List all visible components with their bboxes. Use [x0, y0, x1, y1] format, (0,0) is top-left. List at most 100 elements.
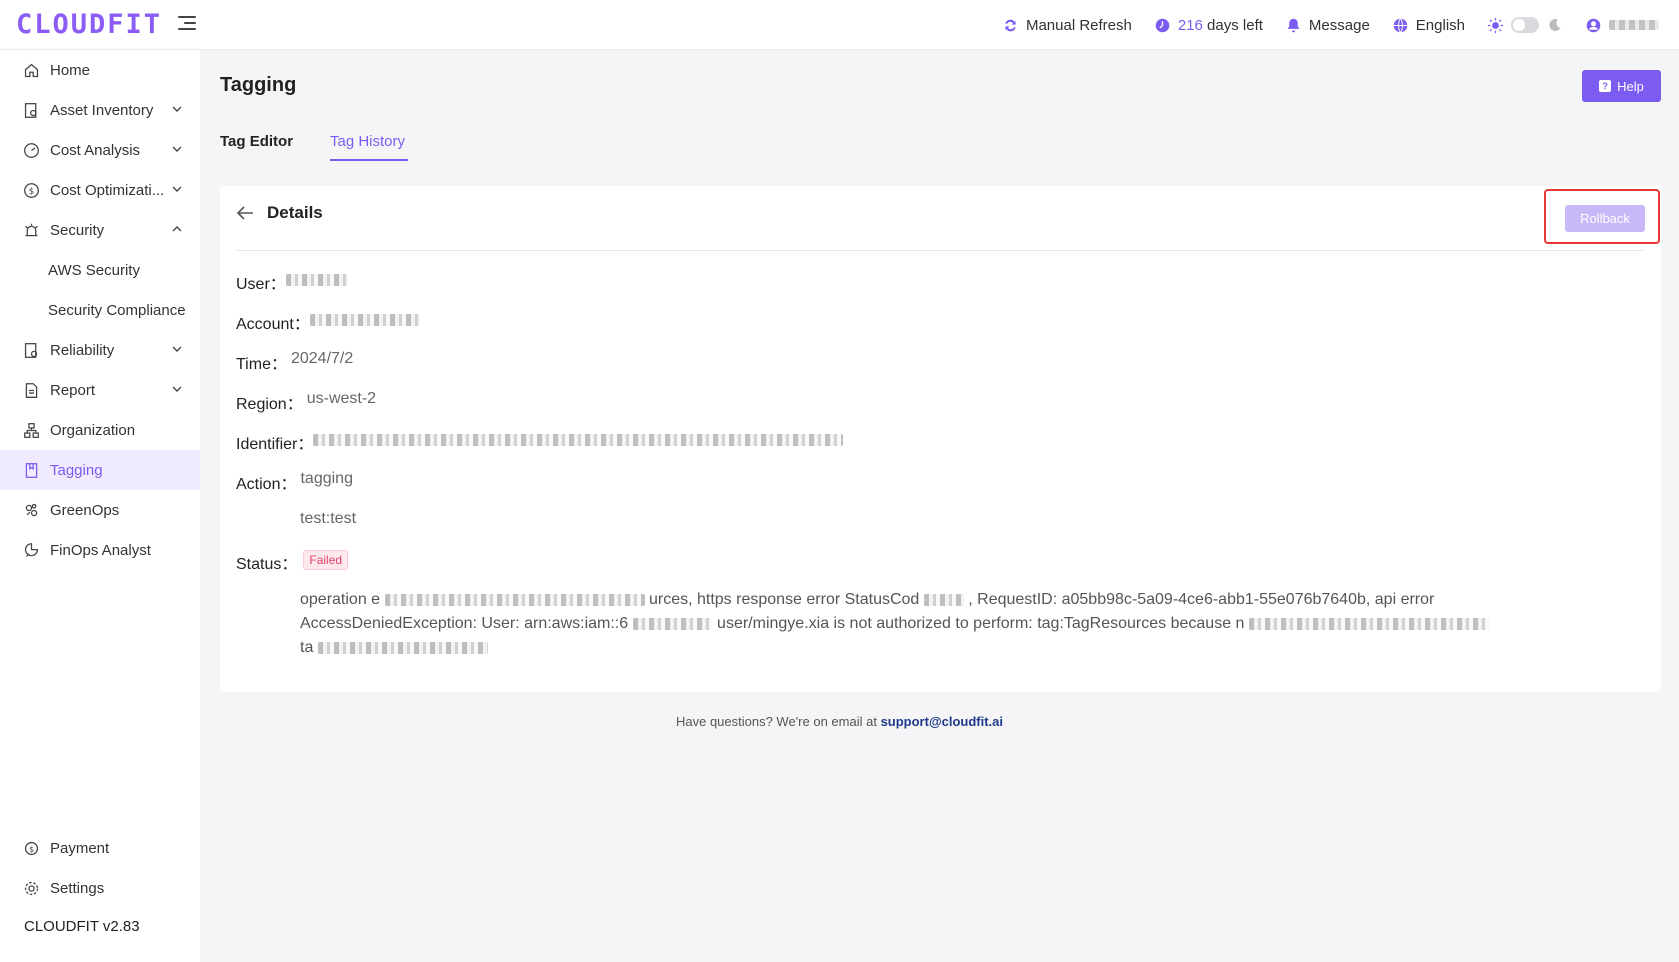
theme-switch[interactable] — [1487, 17, 1563, 34]
sidebar-item-label: Asset Inventory — [50, 101, 154, 119]
error-redacted — [1248, 617, 1489, 630]
support-email-link[interactable]: support@cloudfit.ai — [881, 714, 1003, 729]
sidebar-item-label: Home — [50, 61, 91, 79]
account-value-redacted — [309, 314, 420, 326]
tag-icon — [23, 462, 40, 479]
sidebar-item-label: GreenOps — [50, 501, 120, 519]
sidebar-item-security-compliance[interactable]: Security Compliance — [0, 290, 200, 330]
tag-row: test:test — [300, 510, 356, 528]
status-row: Status： Failed — [236, 550, 349, 574]
sidebar-item-label: Security — [50, 221, 105, 239]
sidebar-item-settings[interactable]: Settings — [0, 868, 200, 908]
chevron-up-icon — [172, 226, 182, 232]
language-selector[interactable]: English — [1392, 17, 1465, 34]
chevron-down-icon — [172, 386, 182, 392]
status-badge: Failed — [303, 550, 349, 570]
svg-text:$: $ — [29, 844, 34, 853]
tab-tag-editor[interactable]: Tag Editor — [220, 133, 293, 150]
user-name-redacted — [1609, 20, 1659, 30]
manual-refresh-label: Manual Refresh — [1025, 16, 1132, 34]
org-chart-icon — [23, 422, 40, 439]
sidebar-item-label: Cost Analysis — [50, 141, 141, 159]
clock-icon — [1155, 18, 1170, 32]
identifier-value-redacted — [313, 434, 844, 446]
tag-value: test:test — [300, 510, 357, 527]
account-label: Account： — [236, 316, 310, 333]
report-icon — [23, 382, 40, 399]
svg-text:$: $ — [29, 186, 34, 196]
moon-icon — [1549, 18, 1561, 31]
error-line-1: operation e urces, https response error … — [300, 591, 1435, 608]
theme-toggle[interactable] — [1511, 17, 1539, 33]
tab-tag-history[interactable]: Tag History — [330, 133, 405, 150]
language-label: English — [1415, 16, 1465, 34]
sidebar-item-finops-analyst[interactable]: FinOps Analyst — [0, 530, 200, 570]
region-row: Region： us-west-2 — [236, 390, 376, 414]
sidebar-item-label: Report — [50, 381, 96, 399]
rollback-highlight-box — [1544, 189, 1660, 244]
region-value: us-west-2 — [306, 390, 377, 407]
message-button[interactable]: Message — [1285, 17, 1370, 34]
error-redacted — [923, 593, 964, 606]
inventory-icon — [23, 102, 40, 119]
menu-toggle-icon[interactable] — [178, 16, 196, 32]
sidebar-item-cost-analysis[interactable]: Cost Analysis — [0, 130, 200, 170]
message-label: Message — [1308, 16, 1370, 34]
globe-icon — [1393, 17, 1408, 33]
gear-icon — [23, 880, 40, 897]
sidebar-item-label: Organization — [50, 421, 136, 439]
user-menu[interactable] — [1585, 17, 1659, 34]
page-title: Tagging — [220, 74, 297, 96]
sidebar-item-payment[interactable]: $ Payment — [0, 828, 200, 868]
leaf-icon — [23, 502, 40, 519]
identifier-label: Identifier： — [236, 436, 314, 453]
license-days-left[interactable]: 216 days left — [1154, 17, 1263, 34]
sidebar-item-reliability[interactable]: Reliability — [0, 330, 200, 370]
status-label: Status： — [236, 556, 298, 573]
top-bar: CLOUDFIT Manual Refresh 216 days left Me… — [0, 0, 1679, 50]
sidebar-item-aws-security[interactable]: AWS Security — [0, 250, 200, 290]
help-button[interactable]: ? Help — [1582, 70, 1661, 102]
document-check-icon — [23, 342, 40, 359]
user-label: User： — [236, 276, 286, 293]
sidebar-item-greenops[interactable]: GreenOps — [0, 490, 200, 530]
manual-refresh-button[interactable]: Manual Refresh — [1002, 17, 1132, 34]
sidebar-item-security[interactable]: Security — [0, 210, 200, 250]
sidebar-item-tagging[interactable]: Tagging — [0, 450, 200, 490]
refresh-icon — [1005, 19, 1016, 31]
sidebar-item-label: Tagging — [50, 461, 103, 479]
app-logo[interactable]: CLOUDFIT — [16, 9, 162, 40]
error-redacted — [317, 641, 488, 654]
details-divider — [236, 250, 1644, 251]
chevron-down-icon — [172, 146, 182, 152]
action-label: Action： — [236, 476, 297, 493]
chevron-down-icon — [172, 106, 182, 112]
time-label: Time： — [236, 356, 287, 373]
home-icon — [23, 62, 40, 79]
sidebar-item-report[interactable]: Report — [0, 370, 200, 410]
bell-icon — [1287, 18, 1300, 32]
sidebar-item-cost-optimization[interactable]: $ Cost Optimizati... — [0, 170, 200, 210]
dollar-icon: $ — [23, 182, 40, 199]
error-line-2: AccessDeniedException: User: arn:aws:iam… — [300, 612, 1560, 636]
sidebar-item-home[interactable]: Home — [0, 50, 200, 90]
error-message: operation e urces, https response error … — [300, 588, 1560, 660]
sidebar-item-organization[interactable]: Organization — [0, 410, 200, 450]
back-arrow-icon[interactable] — [236, 205, 254, 221]
sidebar-item-label: Reliability — [50, 341, 115, 359]
dollar-icon: $ — [23, 840, 40, 857]
action-row: Action： tagging — [236, 470, 353, 494]
sidebar-item-label: Security Compliance — [48, 301, 186, 319]
sidebar-item-label: FinOps Analyst — [50, 541, 151, 559]
payment-label: Payment — [50, 839, 110, 857]
user-value-redacted — [285, 274, 348, 286]
footer: Have questions? We're on email at suppor… — [0, 714, 1679, 729]
sidebar-item-label: AWS Security — [48, 261, 140, 279]
error-line-3: ta — [300, 636, 1560, 660]
alarm-icon — [23, 222, 40, 239]
app-version: CLOUDFIT v2.83 — [24, 918, 140, 935]
chevron-down-icon — [172, 186, 182, 192]
user-avatar-icon — [1586, 18, 1601, 32]
sidebar-item-asset-inventory[interactable]: Asset Inventory — [0, 90, 200, 130]
top-actions: Manual Refresh 216 days left Message Eng… — [1002, 0, 1659, 50]
